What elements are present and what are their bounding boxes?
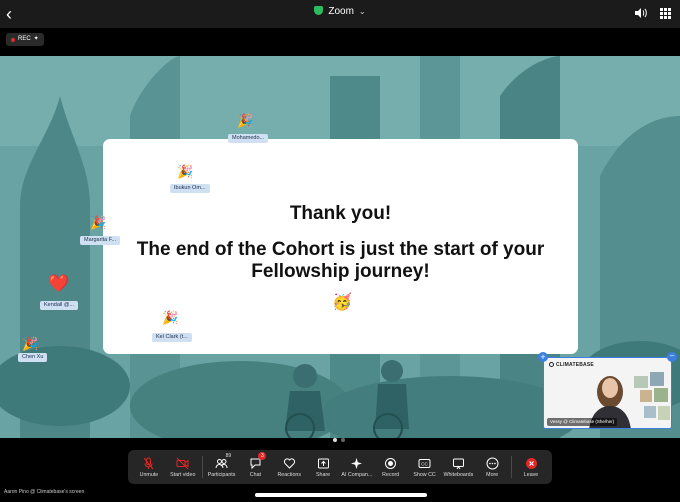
screen-owner-label: Aaron Pino @ Climatebase's screen bbox=[4, 489, 85, 495]
leave-label: Leave bbox=[523, 471, 539, 478]
reaction-emoji: 🎉 bbox=[90, 215, 107, 230]
slide-heading: Thank you! bbox=[289, 203, 392, 224]
reaction-name: Ibukun Om... bbox=[170, 184, 210, 193]
whiteboard-icon bbox=[452, 458, 464, 469]
show-cc-label: Show CC bbox=[413, 471, 436, 478]
reaction-emoji: 🎉 bbox=[162, 310, 179, 325]
shield-icon bbox=[314, 6, 324, 15]
start-video-label: Start video bbox=[170, 471, 196, 478]
start-video-button[interactable]: Start video bbox=[166, 450, 200, 484]
reaction-name: Chen Xu bbox=[18, 353, 48, 362]
whiteboards-label: Whiteboards bbox=[443, 471, 474, 478]
leave-icon bbox=[525, 457, 537, 469]
chat-button[interactable]: 3 Chat bbox=[238, 450, 272, 484]
unmute-label: Unmute bbox=[139, 471, 159, 478]
rec-label: REC bbox=[18, 36, 31, 42]
video-participant-name: Vessy @ Climatebase (She/her) bbox=[547, 418, 618, 426]
closed-captions-icon: CC bbox=[418, 458, 431, 468]
whiteboards-button[interactable]: Whiteboards bbox=[441, 450, 475, 484]
status-strip bbox=[0, 28, 680, 56]
speaker-icon[interactable] bbox=[634, 7, 648, 19]
minimize-video-icon[interactable]: – bbox=[667, 352, 677, 362]
share-label: Share bbox=[315, 471, 331, 478]
ai-companion-label: AI Compan... bbox=[341, 471, 373, 478]
reaction-name: Mohamedo... bbox=[228, 134, 269, 143]
more-dots-icon bbox=[486, 457, 499, 469]
home-indicator[interactable] bbox=[255, 493, 427, 497]
meeting-toolbar: Unmute Start video 89 Participants 3 Cha… bbox=[128, 450, 552, 484]
top-bar: ‹ Zoom ⌄ bbox=[0, 0, 680, 28]
sparkle-icon: ✦ bbox=[33, 36, 39, 42]
meeting-title-button[interactable]: Zoom ⌄ bbox=[0, 6, 680, 17]
reaction-emoji: 🎉 bbox=[22, 336, 39, 351]
participants-button[interactable]: 89 Participants bbox=[205, 450, 239, 484]
chat-label: Chat bbox=[249, 471, 261, 478]
reaction-name: Margarita F... bbox=[80, 236, 121, 245]
record-dot-icon bbox=[11, 37, 15, 42]
record-button[interactable]: Record bbox=[374, 450, 408, 484]
video-off-icon bbox=[176, 457, 189, 469]
reactions-button[interactable]: Reactions bbox=[272, 450, 306, 484]
expand-video-icon[interactable]: + bbox=[538, 352, 548, 362]
leave-button[interactable]: Leave bbox=[514, 450, 548, 484]
reaction-emoji: 🎉 bbox=[177, 164, 194, 179]
participants-label: Participants bbox=[207, 471, 236, 478]
unmute-button[interactable]: Unmute bbox=[132, 450, 166, 484]
reaction-emoji: ❤️ bbox=[48, 274, 70, 293]
reaction-name: Kendall @... bbox=[40, 301, 79, 310]
reactions-label: Reactions bbox=[277, 471, 301, 478]
share-button[interactable]: Share bbox=[306, 450, 340, 484]
reaction-name: Kel Clark (t... bbox=[152, 333, 192, 342]
chevron-down-icon: ⌄ bbox=[358, 7, 366, 16]
slide-subheading: The end of the Cohort is just the start … bbox=[136, 239, 545, 282]
slide-emoji: 🥳 bbox=[332, 294, 352, 311]
sparkle-icon bbox=[351, 457, 363, 469]
toolbar-divider bbox=[511, 456, 513, 478]
heart-icon bbox=[283, 457, 295, 469]
grid-view-icon[interactable] bbox=[660, 8, 671, 19]
chat-badge: 3 bbox=[258, 452, 267, 460]
page-indicator bbox=[333, 438, 345, 442]
muted-microphone-icon bbox=[144, 457, 154, 469]
more-button[interactable]: More bbox=[475, 450, 509, 484]
record-icon bbox=[385, 457, 397, 469]
more-label: More bbox=[486, 471, 499, 478]
svg-text:CC: CC bbox=[421, 461, 428, 466]
climatebase-logo: CLIMATEBASE bbox=[549, 362, 594, 368]
recording-badge[interactable]: REC ✦ bbox=[6, 33, 44, 46]
reaction-emoji: 🎉 bbox=[237, 113, 254, 128]
ai-companion-button[interactable]: AI Compan... bbox=[340, 450, 374, 484]
video-thumbnail[interactable]: CLIMATEBASE Vessy @ Climatebase (She/her… bbox=[543, 357, 672, 429]
share-screen-icon bbox=[317, 458, 329, 468]
app-title: Zoom bbox=[328, 6, 354, 17]
record-label: Record bbox=[382, 471, 400, 478]
participants-count: 89 bbox=[225, 453, 232, 459]
show-cc-button[interactable]: CC Show CC bbox=[408, 450, 442, 484]
toolbar-divider bbox=[201, 456, 203, 478]
